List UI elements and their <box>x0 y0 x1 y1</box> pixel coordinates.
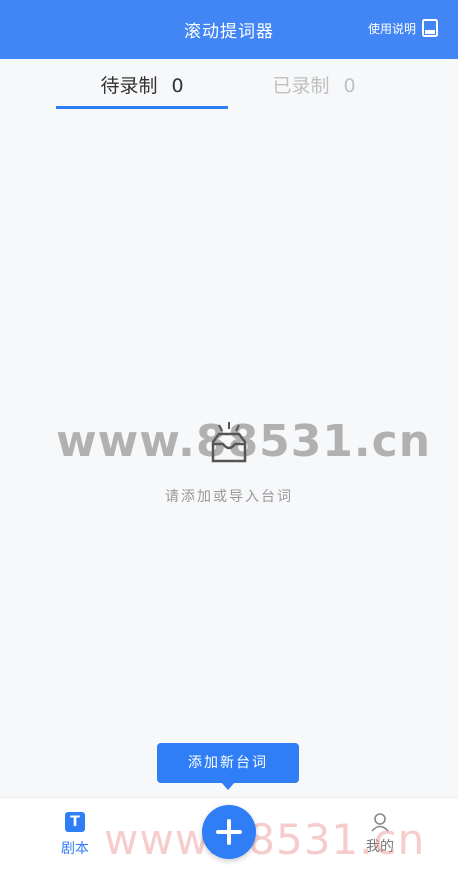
add-button[interactable] <box>202 805 256 859</box>
add-script-tooltip[interactable]: 添加新台词 <box>157 743 299 783</box>
tab-pending-label: 待录制 <box>100 75 158 97</box>
app-header: 滚动提词器 使用说明 <box>0 0 458 59</box>
tab-recorded[interactable]: 已录制 0 <box>228 71 400 98</box>
help-button[interactable]: 使用说明 <box>368 19 438 37</box>
nav-scripts-label: 剧本 <box>61 841 89 857</box>
tab-pending-count: 0 <box>171 75 184 97</box>
tab-recorded-count: 0 <box>343 75 356 97</box>
tab-recorded-label: 已录制 <box>272 75 330 97</box>
tab-bar: 待录制 0 已录制 0 <box>0 59 458 111</box>
watermark: www.88531.cn <box>56 416 432 467</box>
tab-pending[interactable]: 待录制 0 <box>56 71 228 98</box>
book-icon <box>422 19 438 37</box>
empty-message: 请添加或导入台词 <box>165 489 293 505</box>
active-tab-indicator <box>56 106 228 109</box>
script-icon: T <box>65 812 85 832</box>
nav-scripts[interactable]: T 剧本 <box>45 812 105 858</box>
help-label: 使用说明 <box>367 21 416 36</box>
tooltip-arrow <box>221 782 235 790</box>
watermark-bottom: www.88531.cn <box>104 815 426 864</box>
